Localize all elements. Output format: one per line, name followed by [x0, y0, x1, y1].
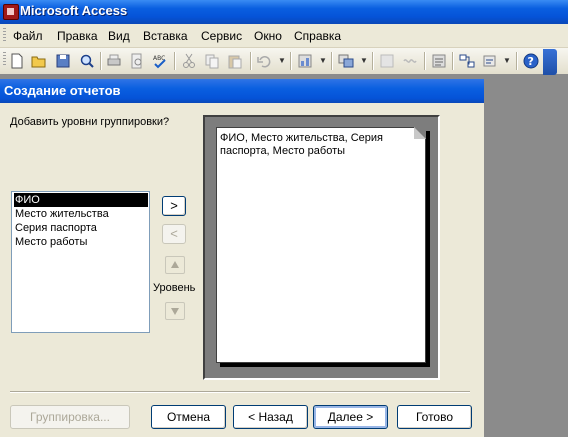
- toolbar-separator: [516, 52, 517, 70]
- access-app-icon: [3, 4, 19, 20]
- relationships-icon[interactable]: [458, 52, 476, 70]
- copy-icon[interactable]: [203, 52, 221, 70]
- cancel-button[interactable]: Отмена: [151, 405, 226, 429]
- toolbar-separator: [372, 52, 373, 70]
- preview-fields-text: ФИО, Место жительства, Серия паспорта, М…: [220, 132, 384, 157]
- priority-down-button[interactable]: [165, 302, 185, 320]
- toolbar-separator: [424, 52, 425, 70]
- new-object-dropdown-icon[interactable]: ▼: [503, 56, 511, 65]
- open-icon[interactable]: [30, 52, 48, 70]
- office-links-dropdown-icon[interactable]: ▼: [360, 56, 368, 65]
- code-icon[interactable]: [378, 52, 396, 70]
- list-item[interactable]: Серия паспорта: [14, 221, 148, 235]
- list-item[interactable]: ФИО: [14, 193, 148, 207]
- cut-icon[interactable]: [180, 52, 198, 70]
- help-icon[interactable]: ?: [522, 52, 540, 70]
- save-icon[interactable]: [54, 52, 72, 70]
- add-level-button[interactable]: >: [162, 196, 186, 216]
- menu-tools[interactable]: Сервис: [201, 29, 242, 43]
- page-fold-corner: [414, 127, 426, 139]
- search-icon[interactable]: [78, 52, 96, 70]
- remove-level-button[interactable]: <: [162, 224, 186, 244]
- dialog-title-bar: Создание отчетов: [0, 79, 484, 103]
- back-button[interactable]: < Назад: [233, 405, 308, 429]
- menu-help[interactable]: Справка: [294, 29, 341, 43]
- app-title: Microsoft Access: [20, 3, 128, 18]
- toolbar-separator: [250, 52, 251, 70]
- paste-icon[interactable]: [226, 52, 244, 70]
- finish-button[interactable]: Готово: [397, 405, 472, 429]
- level-label: Уровень: [153, 282, 196, 294]
- database-toolbar: ABC ▼ ▼ ▼ ▼ ?: [0, 48, 568, 74]
- toolbar-separator: [290, 52, 291, 70]
- menu-file[interactable]: Файл: [13, 29, 43, 43]
- undo-icon[interactable]: [255, 52, 273, 70]
- print-preview-icon[interactable]: [128, 52, 146, 70]
- toolbar-separator: [174, 52, 175, 70]
- new-object-icon[interactable]: [481, 52, 499, 70]
- spelling-icon[interactable]: ABC: [151, 52, 169, 70]
- analyze-icon[interactable]: [296, 52, 314, 70]
- menu-grip: [3, 28, 6, 43]
- arrow-up-icon: [171, 261, 179, 268]
- grouping-prompt: Добавить уровни группировки?: [10, 116, 170, 128]
- next-button[interactable]: Далее >: [313, 405, 388, 429]
- grouping-options-button[interactable]: Группировка...: [10, 405, 130, 429]
- svg-text:?: ?: [528, 55, 534, 68]
- analyze-dropdown-icon[interactable]: ▼: [319, 56, 327, 65]
- menu-edit[interactable]: Правка: [57, 29, 98, 43]
- toolbar-separator: [452, 52, 453, 70]
- app-title-bar: Microsoft Access: [0, 0, 568, 24]
- office-links-icon[interactable]: [337, 52, 355, 70]
- menu-view[interactable]: Вид: [108, 29, 130, 43]
- toolbar-separator: [100, 52, 101, 70]
- dialog-title: Создание отчетов: [4, 83, 121, 98]
- menu-insert[interactable]: Вставка: [143, 29, 188, 43]
- toolbar-options-icon[interactable]: [543, 49, 557, 75]
- undo-dropdown-icon[interactable]: ▼: [278, 56, 286, 65]
- menu-window[interactable]: Окно: [254, 29, 282, 43]
- dialog-divider: [10, 391, 470, 393]
- report-wizard-dialog: Создание отчетов Добавить уровни группир…: [0, 79, 484, 437]
- list-item[interactable]: Место работы: [14, 235, 148, 249]
- print-icon[interactable]: [105, 52, 123, 70]
- new-icon[interactable]: [8, 52, 26, 70]
- report-preview-page: ФИО, Место жительства, Серия паспорта, М…: [216, 127, 426, 363]
- list-item[interactable]: Место жительства: [14, 207, 148, 221]
- arrow-down-icon: [171, 308, 179, 315]
- toolbar-grip: [3, 52, 6, 67]
- script-icon[interactable]: [401, 52, 419, 70]
- properties-icon[interactable]: [430, 52, 448, 70]
- menu-bar: Файл Правка Вид Вставка Сервис Окно Спра…: [0, 24, 568, 48]
- available-fields-list[interactable]: ФИО Место жительства Серия паспорта Мест…: [11, 191, 150, 333]
- toolbar-separator: [331, 52, 332, 70]
- priority-up-button[interactable]: [165, 256, 185, 274]
